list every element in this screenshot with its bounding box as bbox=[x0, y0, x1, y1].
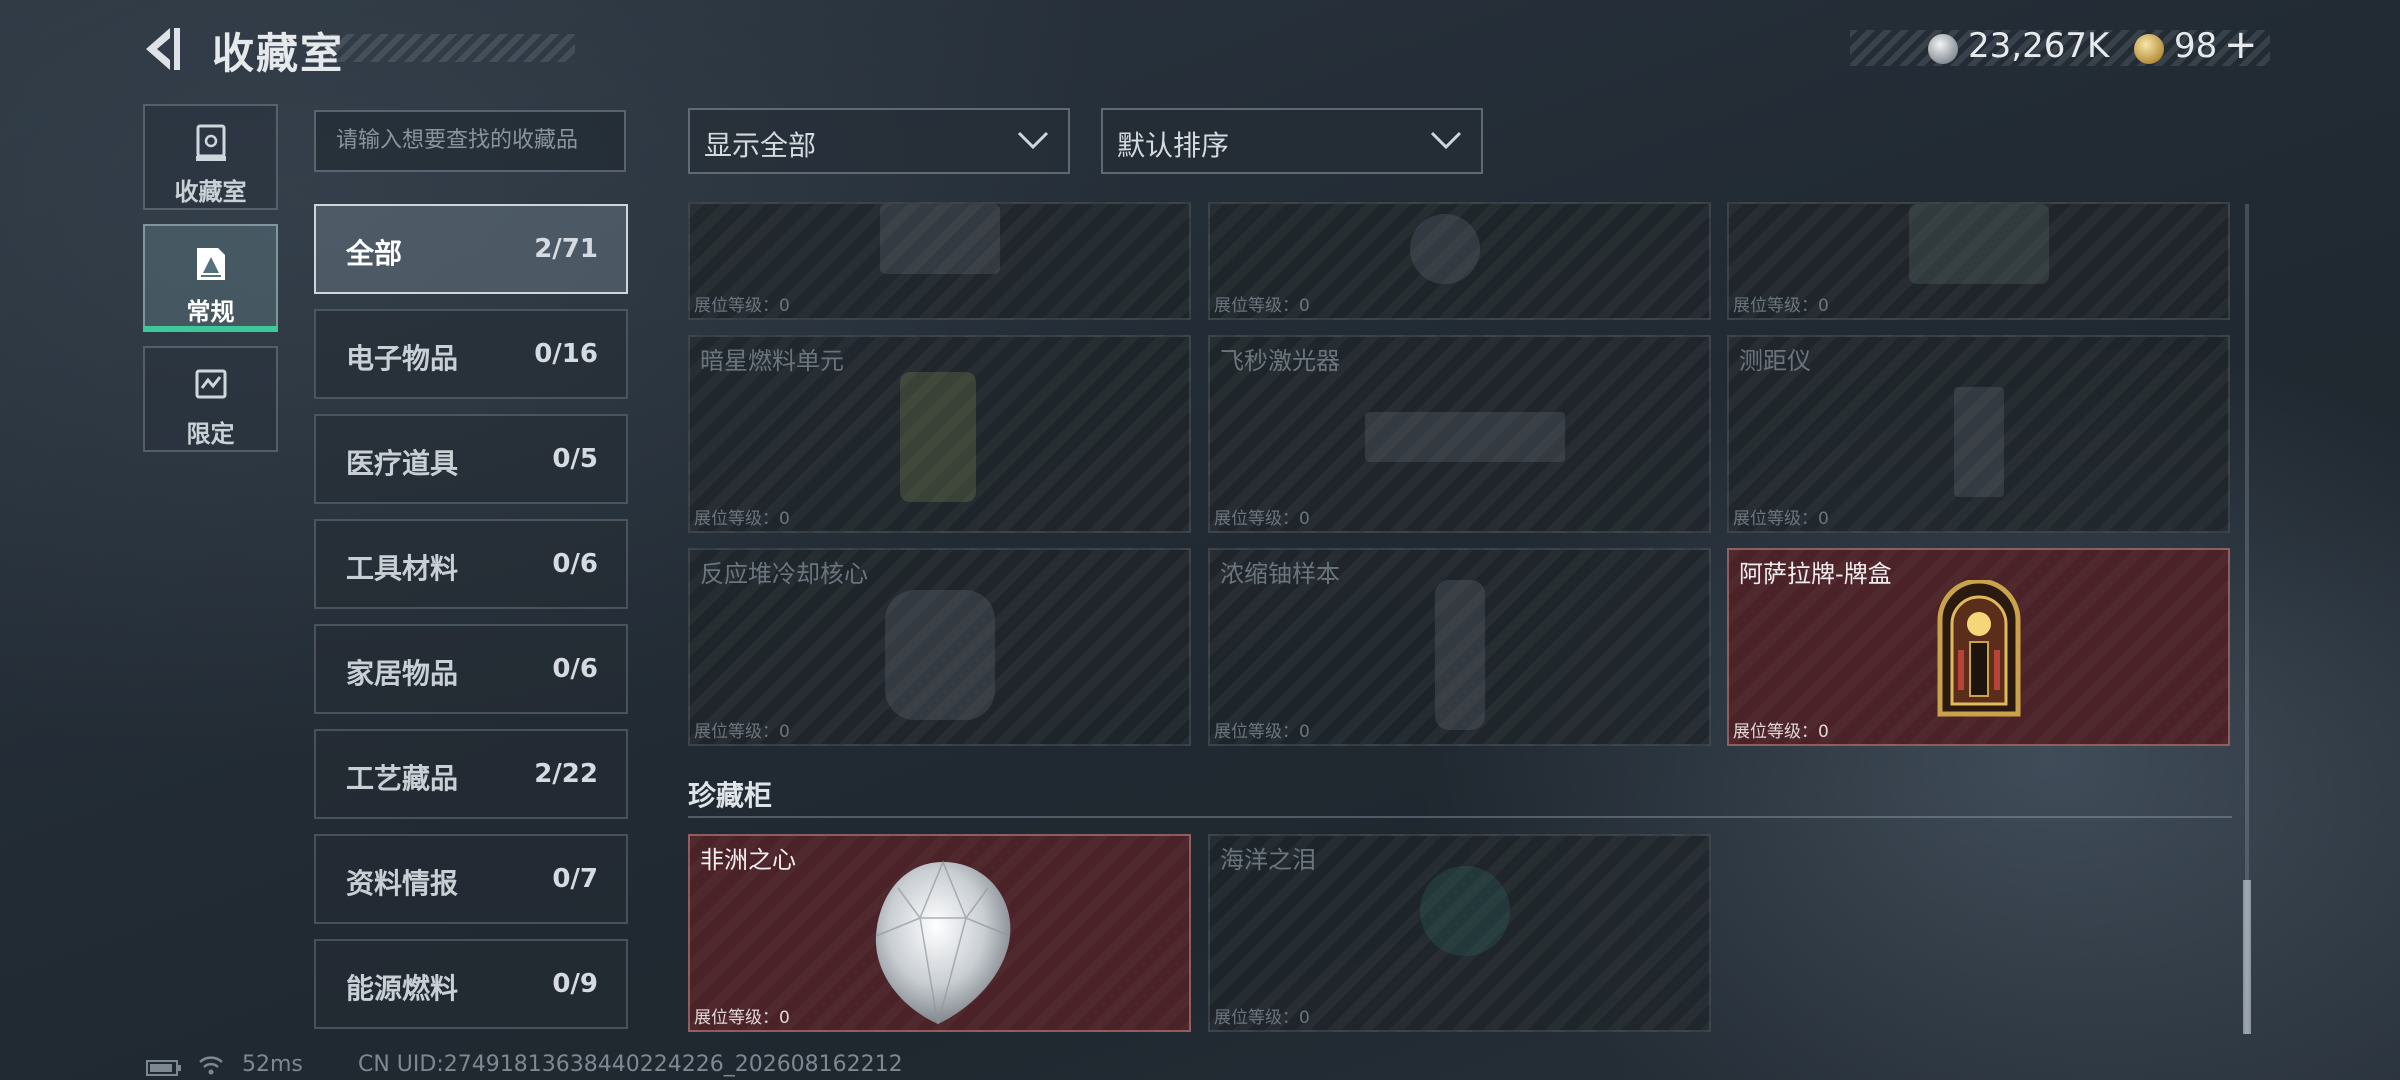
category-name: 医疗道具 bbox=[346, 447, 459, 480]
page-title: 收藏室 bbox=[212, 29, 345, 78]
category-intel[interactable]: 资料情报 0/7 bbox=[314, 834, 628, 924]
sort-dropdown[interactable]: 默认排序 bbox=[1101, 108, 1483, 174]
collection-item-card[interactable]: 飞秒激光器 展位等级：0 bbox=[1208, 335, 1711, 533]
item-name: 飞秒激光器 bbox=[1220, 347, 1340, 375]
category-household[interactable]: 家居物品 0/6 bbox=[314, 624, 628, 714]
user-uid: CN UID:27491813638440224226_202608162212 bbox=[358, 1052, 903, 1077]
item-name: 海洋之泪 bbox=[1220, 846, 1316, 874]
booth-level: 展位等级：0 bbox=[1733, 296, 1829, 316]
network-ping: 52ms bbox=[242, 1052, 303, 1077]
item-image bbox=[1954, 387, 2004, 497]
silver-coin-icon bbox=[1928, 34, 1958, 64]
grid-scrollbar-thumb[interactable] bbox=[2243, 880, 2251, 1034]
item-image bbox=[1420, 866, 1510, 956]
tab-label: 收藏室 bbox=[174, 178, 247, 206]
item-name: 浓缩铀样本 bbox=[1220, 560, 1340, 588]
booth-level: 展位等级：0 bbox=[1733, 722, 1829, 742]
category-count: 0/7 bbox=[552, 864, 598, 894]
collection-item-card-owned[interactable]: 阿萨拉牌-牌盒 展位等级：0 bbox=[1727, 548, 2230, 746]
category-count: 2/71 bbox=[534, 234, 598, 264]
category-electronics[interactable]: 电子物品 0/16 bbox=[314, 309, 628, 399]
collection-item-card[interactable]: 反应堆冷却核心 展位等级：0 bbox=[688, 548, 1191, 746]
back-arrow-icon bbox=[146, 28, 180, 70]
booth-level: 展位等级：0 bbox=[694, 296, 790, 316]
search-input[interactable]: 请输入想要查找的收藏品 bbox=[314, 110, 626, 172]
filter-dropdown[interactable]: 显示全部 bbox=[688, 108, 1070, 174]
booth-level: 展位等级：0 bbox=[694, 1008, 790, 1028]
treasure-item-card-owned[interactable]: 非洲之心 展位等级：0 bbox=[688, 834, 1191, 1032]
category-name: 电子物品 bbox=[346, 342, 459, 375]
item-name: 阿萨拉牌-牌盒 bbox=[1739, 560, 1892, 588]
collection-item-card[interactable]: 展位等级：0 bbox=[1727, 202, 2230, 320]
category-count: 0/5 bbox=[552, 444, 598, 474]
booth-level: 展位等级：0 bbox=[694, 722, 790, 742]
category-crafts[interactable]: 工艺藏品 2/22 bbox=[314, 729, 628, 819]
wifi-icon bbox=[199, 1056, 223, 1075]
item-image bbox=[885, 590, 995, 720]
tab-collection-room[interactable]: 收藏室 bbox=[143, 104, 278, 210]
category-count: 0/6 bbox=[552, 654, 598, 684]
diamond-image bbox=[875, 860, 1011, 1025]
chevron-down-icon bbox=[1017, 131, 1049, 150]
item-image bbox=[1435, 580, 1485, 730]
category-name: 工艺藏品 bbox=[346, 762, 459, 795]
booth-level: 展位等级：0 bbox=[1214, 722, 1310, 742]
title-decoration bbox=[330, 34, 575, 62]
tab-regular[interactable]: 常规 bbox=[143, 224, 278, 332]
treasure-item-card[interactable]: 海洋之泪 展位等级：0 bbox=[1208, 834, 1711, 1032]
sort-value: 默认排序 bbox=[1117, 129, 1230, 162]
category-name: 工具材料 bbox=[346, 552, 459, 585]
category-count: 0/16 bbox=[534, 339, 598, 369]
regular-collection-icon bbox=[196, 248, 225, 280]
gold-coin-icon bbox=[2134, 34, 2164, 64]
category-count: 2/22 bbox=[534, 759, 598, 789]
category-fuel[interactable]: 能源燃料 0/9 bbox=[314, 939, 628, 1029]
item-image bbox=[1365, 412, 1565, 462]
active-tab-indicator bbox=[143, 326, 278, 332]
collection-item-card[interactable]: 测距仪 展位等级：0 bbox=[1727, 335, 2230, 533]
category-name: 资料情报 bbox=[346, 867, 459, 900]
filter-value: 显示全部 bbox=[704, 129, 817, 162]
category-medical[interactable]: 医疗道具 0/5 bbox=[314, 414, 628, 504]
item-image bbox=[900, 372, 976, 502]
booth-level: 展位等级：0 bbox=[1214, 1008, 1310, 1028]
add-currency-button[interactable]: + bbox=[2224, 22, 2258, 68]
category-all[interactable]: 全部 2/71 bbox=[314, 204, 628, 294]
display-case-icon bbox=[195, 124, 226, 161]
booth-level: 展位等级：0 bbox=[1214, 296, 1310, 316]
category-name: 能源燃料 bbox=[346, 972, 459, 1005]
chevron-down-icon bbox=[1430, 131, 1462, 150]
tab-limited[interactable]: 限定 bbox=[143, 346, 278, 452]
collection-item-card[interactable]: 展位等级：0 bbox=[1208, 202, 1711, 320]
limited-collection-icon bbox=[195, 369, 226, 399]
battery-icon bbox=[146, 1060, 181, 1076]
collection-item-card[interactable]: 暗星燃料单元 展位等级：0 bbox=[688, 335, 1191, 533]
item-name: 测距仪 bbox=[1739, 347, 1811, 375]
tab-label: 常规 bbox=[186, 298, 235, 326]
category-name: 家居物品 bbox=[346, 657, 459, 690]
collection-item-card[interactable]: 展位等级：0 bbox=[688, 202, 1191, 320]
collection-item-card[interactable]: 浓缩铀样本 展位等级：0 bbox=[1208, 548, 1711, 746]
booth-level: 展位等级：0 bbox=[1214, 509, 1310, 529]
booth-level: 展位等级：0 bbox=[694, 509, 790, 529]
card-box-image bbox=[1937, 580, 2021, 717]
silver-currency-value: 23,267K bbox=[1968, 26, 2110, 66]
item-image bbox=[880, 204, 1000, 274]
category-count: 0/9 bbox=[552, 969, 598, 999]
section-title-treasure-cabinet: 珍藏柜 bbox=[688, 779, 773, 812]
item-name: 暗星燃料单元 bbox=[700, 347, 844, 375]
item-image bbox=[1909, 204, 2049, 284]
booth-level: 展位等级：0 bbox=[1733, 509, 1829, 529]
back-button[interactable] bbox=[140, 22, 190, 76]
category-tools[interactable]: 工具材料 0/6 bbox=[314, 519, 628, 609]
category-count: 0/6 bbox=[552, 549, 598, 579]
tab-label: 限定 bbox=[186, 420, 235, 448]
category-name: 全部 bbox=[346, 237, 403, 270]
item-image bbox=[1410, 214, 1480, 284]
item-name: 反应堆冷却核心 bbox=[700, 560, 868, 588]
item-name: 非洲之心 bbox=[700, 846, 796, 874]
section-divider bbox=[688, 816, 2232, 818]
gold-currency-value: 98 bbox=[2174, 26, 2218, 66]
